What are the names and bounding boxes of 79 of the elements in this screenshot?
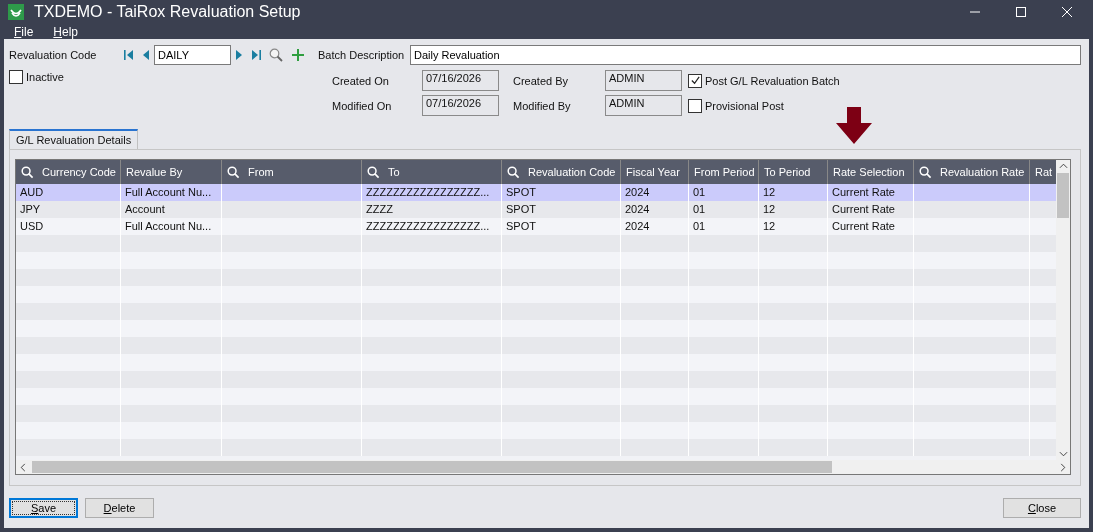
table-cell: Full Account Nu... — [125, 186, 212, 198]
table-cell: Current Rate — [832, 186, 895, 198]
window-title: TXDEMO - TaiRox Revaluation Setup — [34, 3, 301, 21]
table-cell: 01 — [693, 220, 706, 232]
table-cell: 01 — [693, 203, 706, 215]
table-cell: SPOT — [506, 220, 536, 232]
app-icon — [8, 4, 24, 20]
vertical-scrollbar[interactable] — [1056, 160, 1070, 460]
search-icon[interactable] — [21, 165, 34, 179]
scroll-left-icon[interactable] — [20, 462, 26, 472]
table-cell: 12 — [763, 220, 776, 232]
column-label: Revalue By — [126, 166, 183, 178]
column-label: To — [388, 166, 400, 178]
arrow-down-icon — [834, 106, 874, 146]
scroll-up-icon[interactable] — [1058, 163, 1068, 169]
provisional-post-checkbox[interactable]: Provisional Post — [688, 98, 840, 113]
table-row[interactable]: AUD Full Account Nu... ZZZZZZZZZZZZZZZZZ... SPOT 2024 01 12 Current Rate — [16, 184, 1056, 201]
save-button[interactable]: Save — [9, 498, 78, 518]
tab[interactable]: G/L Revaluation Details — [9, 129, 139, 149]
table-cell: 12 — [763, 186, 776, 198]
table-cell: SPOT — [506, 186, 536, 198]
field-label: Batch Description — [318, 49, 406, 61]
search-icon[interactable] — [269, 48, 283, 62]
menu-item[interactable]: File — [14, 24, 34, 39]
table-cell: Current Rate — [832, 220, 895, 232]
column-label: Currency Code — [42, 166, 116, 178]
table-cell: 2024 — [625, 203, 650, 215]
column-label: To Period — [764, 166, 811, 178]
code-field[interactable]: DAILY — [154, 45, 231, 65]
column-label: From — [248, 166, 274, 178]
close-icon[interactable] — [1061, 6, 1073, 18]
table-cell: ZZZZZZZZZZZZZZZZZ... — [366, 186, 490, 198]
field-label: Created By — [513, 74, 570, 87]
scroll-right-icon[interactable] — [1060, 462, 1066, 472]
delete-button[interactable]: Delete — [85, 498, 154, 518]
field-label: Created On — [332, 74, 390, 87]
previous-record-icon[interactable] — [142, 49, 150, 61]
last-record-icon[interactable] — [251, 49, 261, 61]
user-field: ADMIN — [605, 70, 682, 91]
post-batch-checkbox[interactable]: Post G/L Revaluation Batch — [688, 73, 840, 88]
next-record-icon[interactable] — [235, 49, 243, 61]
table-cell: Current Rate — [832, 203, 895, 215]
column-label: Revaluation Code — [528, 166, 616, 178]
column-label: Rate Selection — [833, 166, 905, 178]
description-field[interactable]: Daily Revaluation — [410, 45, 1081, 65]
table-cell: Full Account Nu... — [125, 220, 212, 232]
column-label: Rat — [1035, 166, 1053, 178]
close-button[interactable]: Close — [1003, 498, 1081, 518]
table-cell: USD — [20, 220, 44, 232]
search-icon[interactable] — [919, 165, 932, 179]
table-cell: 01 — [693, 186, 706, 198]
table-row[interactable]: JPY Account ZZZZ SPOT 2024 01 12 Current Rate — [16, 201, 1056, 218]
table-cell: Account — [125, 203, 165, 215]
column-label: Revaluation Rate — [940, 166, 1025, 178]
search-icon[interactable] — [507, 165, 520, 179]
field-label: Modified On — [332, 99, 393, 112]
field-label: Modified By — [513, 99, 572, 112]
scroll-down-icon[interactable] — [1058, 451, 1068, 457]
search-icon[interactable] — [227, 165, 240, 179]
table-cell: 2024 — [625, 186, 650, 198]
column-label: Fiscal Year — [626, 166, 680, 178]
table-cell: ZZZZ — [366, 203, 393, 215]
check-icon — [689, 75, 701, 86]
maximize-icon[interactable] — [1015, 6, 1027, 18]
table-cell: ZZZZZZZZZZZZZZZZZ... — [366, 220, 490, 232]
menu-item[interactable]: Help — [53, 24, 79, 39]
table-cell: SPOT — [506, 203, 536, 215]
add-icon[interactable] — [291, 48, 305, 62]
user-field: ADMIN — [605, 95, 682, 116]
field-label: Revaluation Code — [9, 49, 98, 61]
date-field: 07/16/2026 — [422, 95, 499, 116]
table-cell: 2024 — [625, 220, 650, 232]
table-cell: JPY — [20, 203, 41, 215]
first-record-icon[interactable] — [124, 49, 134, 61]
date-field: 07/16/2026 — [422, 70, 499, 91]
search-icon[interactable] — [367, 165, 380, 179]
table-cell: AUD — [20, 186, 44, 198]
table-cell: 12 — [763, 203, 776, 215]
column-label: From Period — [694, 166, 755, 178]
